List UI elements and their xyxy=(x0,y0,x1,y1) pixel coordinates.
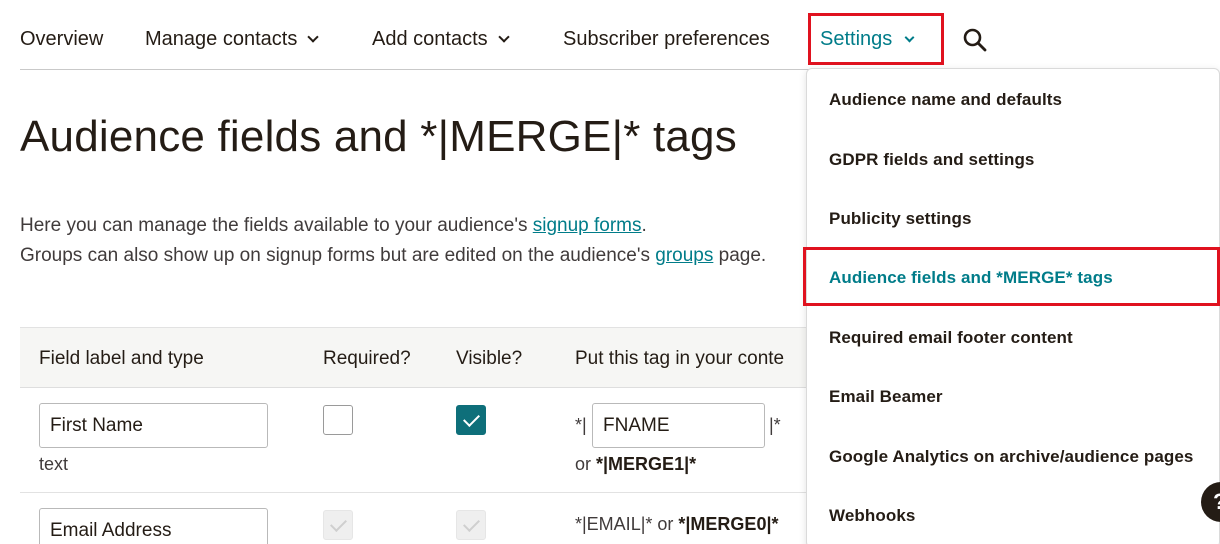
intro-line-2-end: page. xyxy=(713,245,767,266)
merge-tag-email: *|EMAIL|* or *|MERGE0|* xyxy=(575,514,779,535)
column-header-field-label: Field label and type xyxy=(39,348,204,369)
field-label-input-email[interactable] xyxy=(39,508,268,544)
chevron-down-icon xyxy=(497,31,510,43)
intro-line-1-text: Here you can manage the fields available… xyxy=(20,215,533,236)
alt-merge-tag-value: *|MERGE1|* xyxy=(596,454,697,474)
search-icon[interactable] xyxy=(962,27,988,53)
alt-merge-tag-prefix: or xyxy=(575,454,597,474)
nav-overview-label: Overview xyxy=(20,28,104,50)
nav-manage-contacts-label: Manage contacts xyxy=(145,28,298,50)
merge-tag-input-first-name[interactable] xyxy=(592,403,765,448)
settings-highlight-box xyxy=(808,13,944,65)
required-checkbox-email xyxy=(323,510,353,540)
menu-item-email-beamer[interactable]: Email Beamer xyxy=(829,387,943,407)
nav-divider xyxy=(20,69,810,70)
tag-prefix: *| xyxy=(575,415,587,435)
field-label-input-first-name[interactable] xyxy=(39,403,268,448)
nav-add-contacts[interactable]: Add contacts xyxy=(372,28,510,51)
page-title: Audience fields and *|MERGE|* tags xyxy=(20,112,737,161)
intro-text: Here you can manage the fields available… xyxy=(20,211,800,271)
menu-item-required-email-footer[interactable]: Required email footer content xyxy=(829,328,1073,348)
menu-item-highlight-box xyxy=(803,247,1220,306)
tag-suffix: |* xyxy=(769,415,781,435)
groups-link[interactable]: groups xyxy=(655,245,713,266)
alt-merge-tag-first-name: or *|MERGE1|* xyxy=(575,454,696,475)
menu-item-gdpr-fields[interactable]: GDPR fields and settings xyxy=(829,150,1035,170)
menu-item-audience-name-defaults[interactable]: Audience name and defaults xyxy=(829,90,1062,110)
alt-merge-tag-email: *|MERGE0|* xyxy=(678,514,779,534)
nav-add-contacts-label: Add contacts xyxy=(372,28,488,50)
table-header: Field label and type Required? Visible? … xyxy=(20,327,810,388)
row-divider xyxy=(20,492,810,493)
merge-tag-email-text: *|EMAIL|* or xyxy=(575,514,679,534)
menu-item-webhooks[interactable]: Webhooks xyxy=(829,506,915,526)
chevron-down-icon xyxy=(307,31,319,43)
help-icon: ? xyxy=(1213,489,1220,515)
menu-item-google-analytics[interactable]: Google Analytics on archive/audience pag… xyxy=(829,447,1193,467)
settings-dropdown-menu: Audience name and defaults GDPR fields a… xyxy=(806,68,1220,544)
menu-item-publicity-settings[interactable]: Publicity settings xyxy=(829,209,972,229)
intro-line-1-end: . xyxy=(641,215,647,236)
nav-subscriber-preferences[interactable]: Subscriber preferences xyxy=(563,28,770,51)
required-checkbox-first-name[interactable] xyxy=(323,405,353,435)
visible-checkbox-email xyxy=(456,510,486,540)
intro-line-2-text: Groups can also show up on signup forms … xyxy=(20,245,656,266)
field-type-text: text xyxy=(39,454,69,474)
nav-manage-contacts[interactable]: Manage contacts xyxy=(145,28,319,51)
visible-checkbox-first-name[interactable] xyxy=(456,405,486,435)
column-header-required: Required? xyxy=(323,348,411,369)
nav-overview[interactable]: Overview xyxy=(20,28,103,51)
nav-subscriber-preferences-label: Subscriber preferences xyxy=(563,28,770,50)
column-header-tag: Put this tag in your conte xyxy=(575,348,785,369)
column-header-visible: Visible? xyxy=(456,348,523,369)
signup-forms-link[interactable]: signup forms xyxy=(533,215,642,236)
